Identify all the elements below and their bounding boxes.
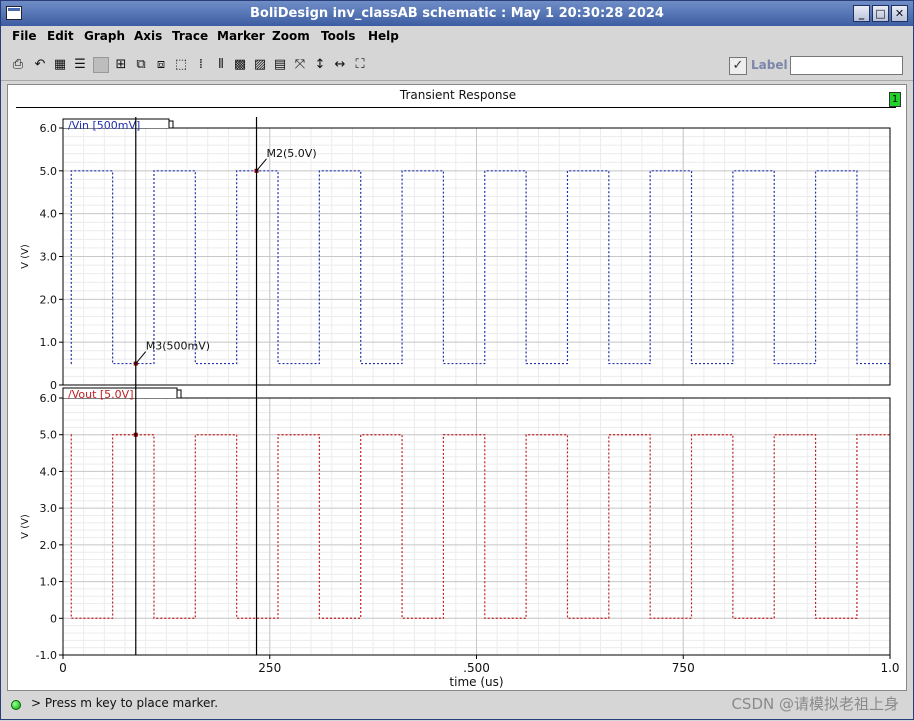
y-tick-label: 5.0	[40, 429, 58, 442]
y-tick-label: -1.0	[36, 649, 57, 662]
status-message: > Press m key to place marker.	[31, 696, 219, 710]
y-axis-label: V (V)	[20, 514, 31, 539]
marker-leader	[256, 158, 267, 172]
y-tick-label: 6.0	[40, 392, 58, 405]
y-tick-label: 0	[50, 612, 57, 625]
trace-tab-shadow	[169, 120, 174, 128]
status-bar: > Press m key to place marker. CSDN @请模拟…	[1, 692, 913, 719]
x-tick-label: 750	[672, 661, 695, 675]
marker-leader	[135, 351, 147, 364]
trace-label: /Vin [500mV]	[68, 119, 140, 132]
y-tick-label: 3.0	[40, 502, 58, 515]
panel-2[interactable]: /Vout [5.0V] -1.0 0 1.0 2.0 3.0 4.0 5.0 6.0 V (V)	[20, 387, 891, 662]
y-tick-label: 6.0	[40, 122, 58, 135]
panel-1[interactable]: /Vin [500mV] 0 1.0 2.0 3.0 4.0 5.0 6.0 V (V) M3(5…	[20, 118, 891, 392]
y-tick-label: 1.0	[40, 336, 58, 349]
x-tick-label: 1.0	[880, 661, 899, 675]
x-tick-label: .500	[463, 661, 490, 675]
waveform-plots[interactable]: /Vin [500mV] 0 1.0 2.0 3.0 4.0 5.0 6.0 V (V) M3(5…	[1, 1, 914, 721]
trace-tab-shadow	[177, 389, 182, 398]
y-tick-label: 2.0	[40, 539, 58, 552]
x-axis-label: time (us)	[449, 675, 503, 689]
y-tick-label: 3.0	[40, 251, 58, 264]
trace-label: /Vout [5.0V]	[68, 388, 134, 401]
y-tick-label: 1.0	[40, 576, 58, 589]
y-tick-label: 0	[50, 379, 57, 392]
x-tick-label: 250	[258, 661, 281, 675]
watermark: CSDN @请模拟老祖上身	[731, 695, 899, 713]
waveform-trace	[70, 170, 890, 365]
x-tick-label: 0	[59, 661, 67, 675]
y-tick-label: 4.0	[40, 208, 58, 221]
y-tick-label: 4.0	[40, 465, 58, 478]
marker-label: M3(500mV)	[146, 340, 210, 353]
y-tick-label: 5.0	[40, 165, 58, 178]
marker-label: M2(5.0V)	[267, 147, 317, 160]
y-tick-label: 2.0	[40, 293, 58, 306]
y-axis-label: V (V)	[20, 244, 31, 269]
waveform-trace	[70, 434, 890, 619]
status-led-icon	[11, 700, 21, 710]
app-window: BoliDesign inv_classAB schematic : May 1…	[0, 0, 914, 720]
